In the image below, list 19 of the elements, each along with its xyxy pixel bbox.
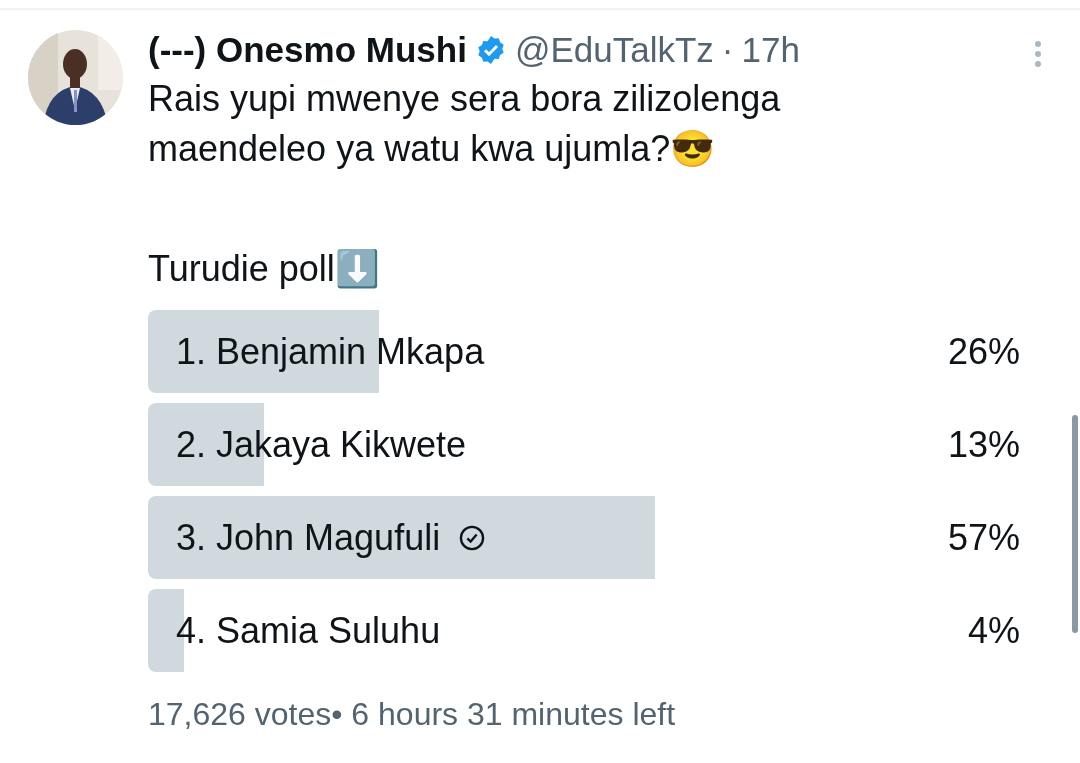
scrollbar[interactable] [1072,415,1078,633]
time-left: • 6 hours 31 minutes left [331,696,676,732]
separator-dot: · [721,30,734,70]
poll-percentage: 57% [947,515,1021,560]
poll-percentage: 26% [947,329,1021,374]
poll-option-label[interactable]: 1. Benjamin Mkapa [176,324,485,379]
tweet-text-line: Turudie poll⬇ [148,247,381,291]
poll-option-label[interactable]: 4. Samia Suluhu [176,603,441,658]
poll-percentage: 13% [947,422,1021,467]
poll-option-label[interactable]: 2. Jakaya Kikwete [176,417,467,472]
more-options-icon[interactable] [1034,40,1042,68]
vote-count: 17,626 votes [148,696,332,732]
poll-option-label[interactable]: 3. John Magufuli [176,510,441,565]
user-handle[interactable]: @EduTalkTz [514,30,714,70]
poll-percentage: 4% [967,608,1021,653]
tweet-text-line: Rais yupi mwenye sera bora zilizolenga [148,77,782,121]
tweet-text-line: maendeleo ya watu kwa ujumla?😎 [148,127,717,171]
post-time[interactable]: 17h [741,30,800,70]
display-name[interactable]: (---) Onesmo Mushi [148,30,467,70]
